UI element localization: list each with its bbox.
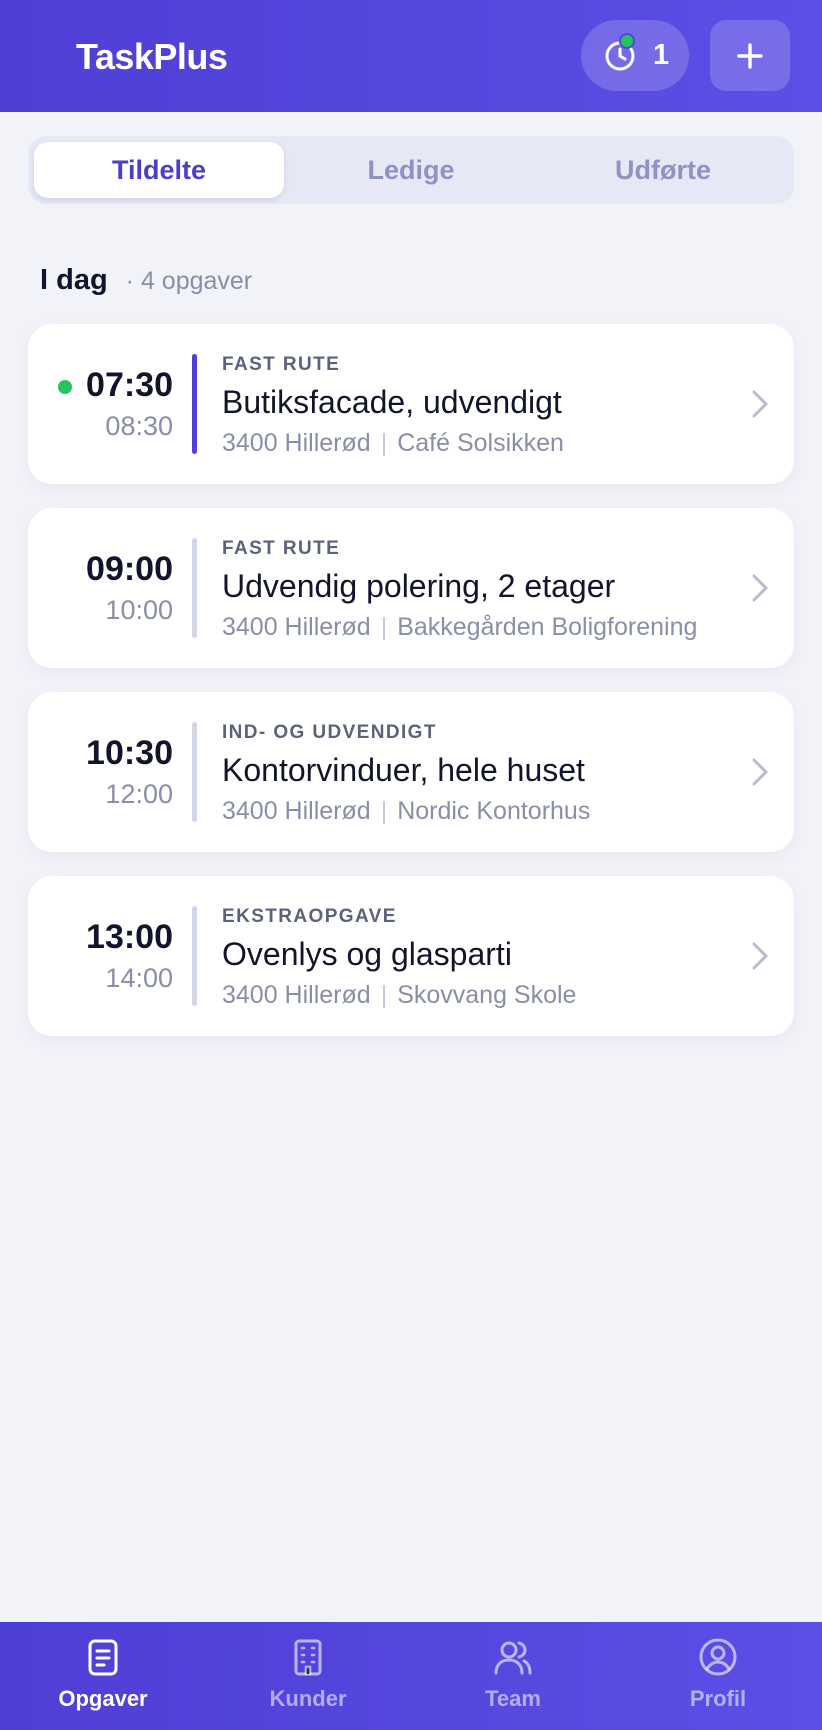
task-category: EKSTRAOPGAVE	[222, 906, 397, 927]
status-bar	[192, 722, 197, 822]
chevron-right-icon	[752, 574, 768, 602]
nav-profil[interactable]: Profil	[628, 1622, 808, 1730]
plus-icon	[737, 42, 763, 69]
status-bar	[192, 906, 197, 1006]
start-time: 09:00	[86, 550, 173, 588]
bottom-nav: Opgaver Kunder Team Profil	[0, 1622, 822, 1730]
chevron-right-icon	[752, 390, 768, 418]
end-time: 12:00	[105, 779, 173, 809]
task-customer: Nordic Kontorhus	[397, 797, 591, 825]
app-header: TaskPlus 1	[0, 0, 822, 112]
task-customer: Skovvang Skole	[397, 981, 577, 1009]
section-count: · 4 opgaver	[125, 267, 253, 295]
task-card[interactable]: 09:00 10:00 FAST RUTE Udvendig polering,…	[28, 508, 794, 668]
task-customer: Café Solsikken	[397, 429, 564, 457]
nav-label: Profil	[689, 1686, 747, 1711]
clipboard-icon	[88, 1639, 118, 1676]
task-title: Kontorvinduer, hele huset	[222, 752, 585, 788]
chevron-right-icon	[752, 758, 768, 786]
task-card[interactable]: 10:30 12:00 IND- OG UDVENDIGT Kontorvind…	[28, 692, 794, 852]
section-title: I dag	[40, 264, 108, 296]
end-time: 10:00	[105, 595, 173, 625]
chevron-right-icon	[752, 942, 768, 970]
active-timer-button[interactable]: 1	[581, 20, 689, 91]
task-card[interactable]: 13:00 14:00 EKSTRAOPGAVE Ovenlys og glas…	[28, 876, 794, 1036]
clock-icon	[603, 32, 637, 73]
time-range: 13:00 14:00	[86, 916, 173, 996]
task-card[interactable]: 07:30 08:30 FAST RUTE Butiksfacade, udve…	[28, 324, 794, 484]
task-tabs: Tildelte Ledige Udførte	[28, 136, 794, 204]
building-icon	[294, 1639, 322, 1676]
user-circle-icon	[699, 1638, 737, 1676]
task-meta: 3400 Hillerød | Nordic Kontorhus	[222, 797, 591, 825]
task-title: Udvendig polering, 2 etager	[222, 568, 616, 604]
task-meta: 3400 Hillerød | Skovvang Skole	[222, 981, 577, 1009]
nav-team[interactable]: Team	[423, 1622, 603, 1730]
nav-kunder[interactable]: Kunder	[218, 1622, 398, 1730]
section-header: I dag · 4 opgaver	[40, 264, 252, 297]
task-city: 3400 Hillerød	[222, 797, 371, 825]
time-range: 10:30 12:00	[86, 732, 173, 812]
task-city: 3400 Hillerød	[222, 429, 371, 457]
app-title: TaskPlus	[76, 36, 228, 77]
task-meta: 3400 Hillerød | Café Solsikken	[222, 429, 564, 457]
task-title: Butiksfacade, udvendigt	[222, 384, 562, 420]
start-time: 10:30	[86, 734, 173, 772]
status-bar	[192, 354, 197, 454]
status-bar	[192, 538, 197, 638]
nav-label: Opgaver	[58, 1686, 148, 1711]
tab-ledige[interactable]: Ledige	[286, 142, 536, 198]
task-category: IND- OG UDVENDIGT	[222, 722, 437, 743]
end-time: 08:30	[105, 411, 173, 441]
task-category: FAST RUTE	[222, 354, 341, 375]
task-city: 3400 Hillerød	[222, 613, 371, 641]
add-task-button[interactable]	[710, 20, 790, 91]
task-meta: 3400 Hillerød | Bakkegården Boligforening	[222, 613, 698, 641]
task-title: Ovenlys og glasparti	[222, 936, 512, 972]
start-time: 07:30	[86, 366, 173, 404]
nav-label: Kunder	[269, 1686, 347, 1711]
timer-count: 1	[653, 39, 670, 71]
task-category: FAST RUTE	[222, 538, 341, 559]
nav-label: Team	[485, 1686, 541, 1711]
time-range: 07:30 08:30	[86, 364, 173, 444]
time-range: 09:00 10:00	[86, 548, 173, 628]
task-city: 3400 Hillerød	[222, 981, 371, 1009]
end-time: 14:00	[105, 963, 173, 993]
users-icon	[494, 1641, 532, 1675]
task-customer: Bakkegården Boligforening	[397, 613, 698, 641]
tab-tildelte[interactable]: Tildelte	[34, 142, 284, 198]
start-time: 13:00	[86, 918, 173, 956]
nav-opgaver[interactable]: Opgaver	[13, 1622, 193, 1730]
live-indicator-dot	[58, 380, 72, 394]
timer-running-dot	[619, 32, 635, 49]
tab-udforte[interactable]: Udførte	[538, 142, 788, 198]
